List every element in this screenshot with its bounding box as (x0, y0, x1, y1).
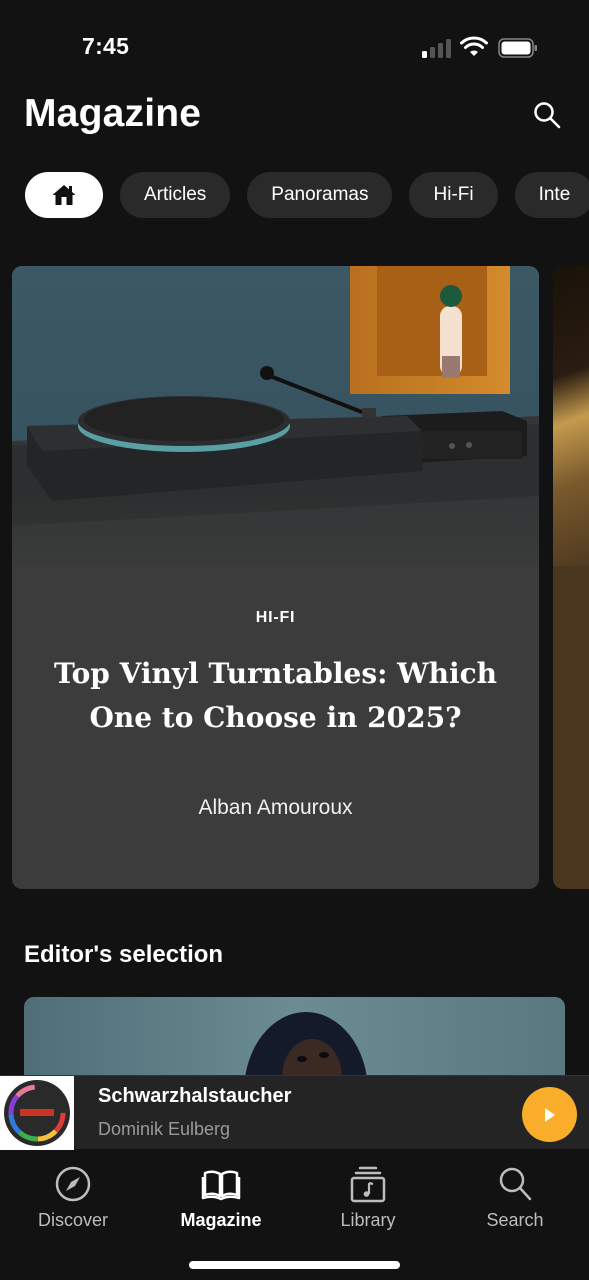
nav-magazine[interactable]: Magazine (161, 1164, 281, 1231)
play-button[interactable] (522, 1087, 577, 1142)
next-article-photo (553, 266, 589, 566)
track-title: Schwarzhalstaucher (98, 1085, 292, 1107)
wifi-icon (460, 36, 488, 56)
editors-selection-card[interactable] (24, 997, 565, 1087)
article-author: Alban Amouroux (198, 796, 353, 819)
nav-discover[interactable]: Discover (13, 1164, 133, 1231)
next-article-card[interactable] (553, 266, 589, 889)
article-title[interactable]: Top Vinyl Turntables: Which One to Choos… (52, 652, 499, 740)
chip-panoramas[interactable]: Panoramas (247, 172, 393, 218)
status-time: 7:45 (82, 33, 130, 59)
category-chips: Articles Panoramas Hi-Fi Inte (25, 172, 589, 218)
music-library-icon (350, 1166, 386, 1203)
mini-player[interactable]: Schwarzhalstaucher Dominik Eulberg (0, 1075, 589, 1150)
compass-icon (55, 1166, 91, 1202)
portrait-photo (244, 1012, 368, 1087)
cellular-signal-icon (422, 38, 452, 58)
nav-label: Search (486, 1210, 544, 1230)
chip-hi-fi[interactable]: Hi-Fi (409, 172, 498, 218)
featured-article-card[interactable]: HI-FI Top Vinyl Turntables: Which One to… (12, 266, 539, 889)
nav-label: Magazine (180, 1210, 262, 1230)
chip-home[interactable] (25, 172, 103, 218)
battery-icon (498, 38, 537, 58)
search-icon[interactable] (532, 100, 562, 130)
chip-interviews[interactable]: Inte (514, 172, 589, 218)
nav-library[interactable]: Library (308, 1164, 428, 1231)
search-icon (499, 1167, 532, 1201)
chip-articles[interactable]: Articles (120, 172, 231, 218)
status-bar: 7:45 (0, 0, 589, 90)
album-artwork (0, 1076, 74, 1150)
nav-label: Discover (37, 1210, 108, 1230)
image-fade (12, 496, 539, 586)
play-icon (544, 1107, 555, 1122)
section-title-editors-selection: Editor's selection (24, 941, 224, 968)
open-book-icon (201, 1170, 241, 1201)
nav-label: Library (340, 1210, 396, 1230)
article-category: HI-FI (255, 609, 296, 626)
page-title: Magazine (24, 92, 202, 135)
home-indicator[interactable] (189, 1261, 400, 1269)
nav-search[interactable]: Search (455, 1164, 575, 1231)
home-icon (52, 185, 76, 205)
track-artist: Dominik Eulberg (98, 1119, 231, 1139)
